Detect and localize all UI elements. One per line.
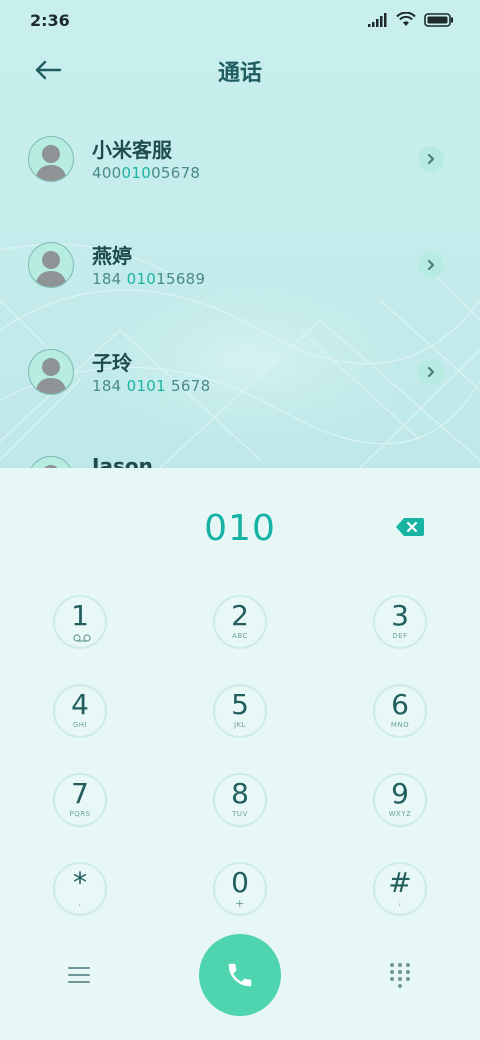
key-digit: 7 xyxy=(71,777,89,810)
key-8[interactable]: 8 TUV xyxy=(213,773,267,827)
signal-icon xyxy=(368,12,387,27)
contact-row[interactable]: 子玲 184 0101 5678 xyxy=(0,349,480,429)
backspace-icon[interactable] xyxy=(395,516,425,538)
key-5[interactable]: 5 JKL xyxy=(213,684,267,738)
avatar xyxy=(28,136,74,182)
header: 通话 xyxy=(0,45,480,95)
person-icon xyxy=(44,465,58,468)
key-letters: MNO xyxy=(390,721,410,729)
call-button[interactable] xyxy=(199,934,281,1016)
key-3[interactable]: 3 DEF xyxy=(373,595,427,649)
key-letters: JKL xyxy=(233,721,247,729)
key-6[interactable]: 6 MNO xyxy=(373,684,427,738)
contact-row[interactable]: 燕婷 184 01015689 xyxy=(0,242,480,322)
key-2[interactable]: 2 ABC xyxy=(213,595,267,649)
key-4[interactable]: 4 GHI xyxy=(53,684,107,738)
voicemail-icon xyxy=(73,634,91,642)
details-button[interactable] xyxy=(418,252,444,278)
person-icon xyxy=(35,358,67,394)
key-digit: 2 xyxy=(231,599,249,632)
contact-number: 40001005678 xyxy=(92,164,201,182)
key-digit: 0 xyxy=(231,866,249,899)
contact-name: 燕婷 xyxy=(92,244,132,268)
page-title: 通话 xyxy=(217,61,262,86)
key-digit: 8 xyxy=(231,777,249,810)
contact-number: 184 0101 5678 xyxy=(92,377,211,395)
key-letters: ABC xyxy=(232,632,248,640)
key-0[interactable]: 0 + xyxy=(213,862,267,916)
key-digit: 1 xyxy=(71,599,89,632)
key-digit: 5 xyxy=(231,688,249,721)
menu-icon[interactable] xyxy=(68,966,90,984)
key-letters: DEF xyxy=(392,632,408,640)
contact-results-area: 2:36 通话 小米客服 40001005678 燕婷 184 01015689… xyxy=(0,0,480,468)
avatar xyxy=(28,242,74,288)
chevron-right-icon xyxy=(427,259,435,271)
battery-icon xyxy=(424,12,453,27)
key-letters: , xyxy=(78,899,82,907)
contact-number: 184 01015689 xyxy=(92,270,206,288)
key-digit: 4 xyxy=(71,688,89,721)
contact-name: 小米客服 xyxy=(92,138,172,162)
key-digit: 6 xyxy=(391,688,409,721)
key-7[interactable]: 7 PQRS xyxy=(53,773,107,827)
key-letters: WXYZ xyxy=(388,810,412,818)
key-star[interactable]: * , xyxy=(53,862,107,916)
details-button[interactable] xyxy=(418,146,444,172)
key-letters: + xyxy=(235,897,245,910)
dialpad-icon[interactable] xyxy=(388,962,412,988)
person-icon xyxy=(35,251,67,287)
key-letters: PQRS xyxy=(69,810,91,818)
key-letters: GHI xyxy=(72,721,88,729)
details-button[interactable] xyxy=(418,359,444,385)
contact-row[interactable]: Jason xyxy=(0,454,480,468)
key-digit: # xyxy=(388,866,412,899)
chevron-right-icon xyxy=(427,366,435,378)
key-letters: TUV xyxy=(232,810,248,818)
phone-icon xyxy=(228,963,252,987)
key-letters: ; xyxy=(398,899,402,907)
key-digit: 3 xyxy=(391,599,409,632)
key-9[interactable]: 9 WXYZ xyxy=(373,773,427,827)
contact-name: 子玲 xyxy=(92,351,132,375)
key-1[interactable]: 1 xyxy=(53,595,107,649)
wifi-icon xyxy=(396,12,416,26)
chevron-right-icon xyxy=(427,153,435,165)
contact-row[interactable]: 小米客服 40001005678 xyxy=(0,136,480,216)
avatar xyxy=(28,349,74,395)
avatar xyxy=(28,456,74,468)
key-hash[interactable]: # ; xyxy=(373,862,427,916)
status-time: 2:36 xyxy=(30,11,70,30)
status-bar: 2:36 xyxy=(0,0,480,40)
contact-name: Jason xyxy=(92,454,153,468)
key-digit: * xyxy=(73,866,87,899)
key-digit: 9 xyxy=(391,777,409,810)
person-icon xyxy=(35,145,67,181)
